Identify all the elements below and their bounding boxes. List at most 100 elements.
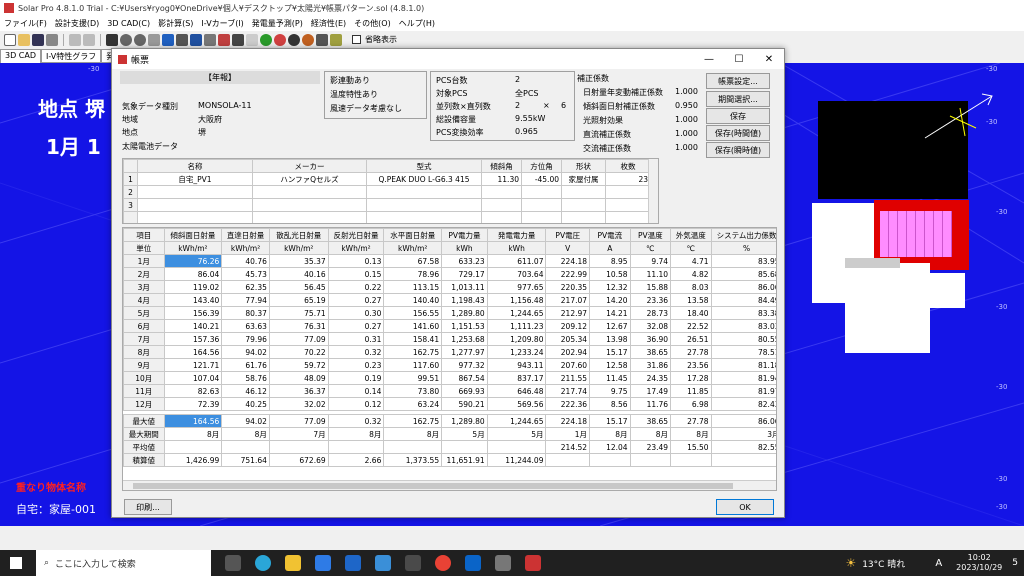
- undo-icon[interactable]: [69, 33, 81, 46]
- table-cell[interactable]: 1,013.11: [441, 280, 488, 294]
- menu-3dcad[interactable]: 3D CAD(C): [103, 19, 154, 28]
- table-cell[interactable]: 32.08: [629, 319, 672, 333]
- table-cell[interactable]: 83.03: [710, 319, 776, 333]
- table-cell[interactable]: ℃: [670, 241, 712, 255]
- table-cell[interactable]: 発電電力量: [486, 228, 547, 242]
- menu-prediction[interactable]: 発電量予測(P): [248, 18, 307, 29]
- table-cell[interactable]: 8.03: [670, 280, 712, 294]
- module-cell[interactable]: Q.PEAK DUO L-G6.3 415: [366, 172, 482, 186]
- table-cell[interactable]: 202.94: [545, 345, 591, 359]
- table-cell[interactable]: 24.35: [629, 371, 672, 385]
- table-cell[interactable]: 8月: [383, 427, 443, 441]
- table-cell[interactable]: 23.49: [629, 440, 672, 454]
- table-cell[interactable]: 86.04: [163, 267, 223, 281]
- table-cell[interactable]: 76.26: [163, 254, 223, 268]
- menu-iv[interactable]: I-Vカーブ(I): [197, 18, 247, 29]
- module-scrollbar[interactable]: [648, 159, 658, 223]
- photos-icon[interactable]: [375, 555, 391, 571]
- table-cell[interactable]: 13.58: [670, 293, 712, 307]
- table-cell[interactable]: 58.76: [221, 371, 270, 385]
- table-cell[interactable]: 11.85: [670, 384, 712, 398]
- table-cell[interactable]: 23.56: [670, 358, 712, 372]
- table-cell[interactable]: 15.17: [589, 414, 631, 428]
- table-cell[interactable]: 214.52: [545, 440, 591, 454]
- table-cell[interactable]: 15.50: [670, 440, 712, 454]
- table-cell[interactable]: 40.16: [268, 267, 329, 281]
- table-cell[interactable]: 4.82: [670, 267, 712, 281]
- table-cell[interactable]: 3月: [710, 427, 776, 441]
- table-cell[interactable]: 17.49: [629, 384, 672, 398]
- table-cell[interactable]: 1,111.23: [486, 319, 547, 333]
- table-cell[interactable]: 82.43: [710, 397, 776, 411]
- table-cell[interactable]: 94.02: [221, 414, 270, 428]
- table-cell[interactable]: 62.35: [221, 280, 270, 294]
- table-cell[interactable]: 209.12: [545, 319, 591, 333]
- table-cell[interactable]: 散乱光日射量: [268, 228, 329, 242]
- table-cell[interactable]: 11,244.09: [486, 453, 547, 467]
- print-button[interactable]: 印刷...: [124, 499, 172, 515]
- table-cell[interactable]: 63.63: [221, 319, 270, 333]
- table-cell[interactable]: 12.67: [589, 319, 631, 333]
- table-row[interactable]: 4月 143.40 77.94 65.19 0.27 140.40 1,198.43 1,15…: [123, 293, 776, 307]
- table-cell[interactable]: 156.39: [163, 306, 223, 320]
- omit-display-checkbox[interactable]: [352, 35, 361, 44]
- solarpro-icon[interactable]: [525, 555, 541, 571]
- table-cell[interactable]: 212.97: [545, 306, 591, 320]
- table-cell[interactable]: 1,253.68: [441, 332, 488, 346]
- data-hscrollbar[interactable]: [123, 480, 776, 490]
- period-select-button[interactable]: 期間選択...: [706, 91, 770, 107]
- table-cell[interactable]: kWh: [486, 241, 547, 255]
- table-cell[interactable]: [589, 453, 631, 467]
- table-cell[interactable]: 7月: [268, 427, 329, 441]
- table-cell[interactable]: 751.64: [221, 453, 270, 467]
- redo-icon[interactable]: [83, 33, 95, 46]
- compass-icon[interactable]: [288, 33, 300, 46]
- table-cell[interactable]: 81.94: [710, 371, 776, 385]
- table-row[interactable]: 3月 119.02 62.35 56.45 0.22 113.15 1,013.11 977.…: [123, 280, 776, 294]
- table-cell[interactable]: 0.19: [327, 371, 385, 385]
- table-cell[interactable]: 80.55: [710, 332, 776, 346]
- table-cell[interactable]: 67.58: [383, 254, 443, 268]
- table-cell[interactable]: 77.09: [268, 332, 329, 346]
- module-row[interactable]: 3: [123, 198, 651, 212]
- table-cell[interactable]: 38.65: [629, 414, 672, 428]
- table-cell[interactable]: システム出力係数: [710, 228, 776, 242]
- table-cell[interactable]: PV電圧: [545, 228, 591, 242]
- table-cell[interactable]: 729.17: [441, 267, 488, 281]
- table-cell[interactable]: 傾斜面日射量: [163, 228, 223, 242]
- table-cell[interactable]: 646.48: [486, 384, 547, 398]
- table-cell[interactable]: 56.45: [268, 280, 329, 294]
- table-cell[interactable]: 48.09: [268, 371, 329, 385]
- table-cell[interactable]: 164.56: [163, 414, 223, 428]
- table-row[interactable]: 9月 121.71 61.76 59.72 0.23 117.60 977.32 943.11…: [123, 358, 776, 372]
- table-cell[interactable]: 83.38: [710, 306, 776, 320]
- explorer-icon[interactable]: [285, 555, 301, 571]
- table-cell[interactable]: 611.07: [486, 254, 547, 268]
- table-cell[interactable]: 65.19: [268, 293, 329, 307]
- menu-economy[interactable]: 経済性(E): [307, 18, 350, 29]
- table-cell[interactable]: 220.35: [545, 280, 591, 294]
- table-cell[interactable]: [383, 440, 443, 454]
- store-icon[interactable]: [405, 555, 421, 571]
- table-cell[interactable]: 45.73: [221, 267, 270, 281]
- table-cell[interactable]: 143.40: [163, 293, 223, 307]
- table-cell[interactable]: 12.32: [589, 280, 631, 294]
- dropbox-icon[interactable]: [315, 555, 331, 571]
- table-cell[interactable]: 8月: [589, 427, 631, 441]
- table-cell[interactable]: 81.18: [710, 358, 776, 372]
- table-cell[interactable]: 46.12: [221, 384, 270, 398]
- book-icon[interactable]: [190, 33, 202, 46]
- select-icon[interactable]: [106, 33, 118, 46]
- table-cell[interactable]: 4.71: [670, 254, 712, 268]
- table-cell[interactable]: 38.65: [629, 345, 672, 359]
- table-cell[interactable]: 0.23: [327, 358, 385, 372]
- table-cell[interactable]: [163, 440, 223, 454]
- table-cell[interactable]: kWh/m²: [163, 241, 223, 255]
- module-cell[interactable]: -45.00: [521, 172, 562, 186]
- table-cell[interactable]: 0.15: [327, 267, 385, 281]
- table-cell[interactable]: 1,233.24: [486, 345, 547, 359]
- table-cell[interactable]: 0.30: [327, 306, 385, 320]
- table-row[interactable]: 2月 86.04 45.73 40.16 0.15 78.96 729.17 703.64 22…: [123, 267, 776, 281]
- table-cell[interactable]: 8月: [221, 427, 270, 441]
- table-cell[interactable]: 11.76: [629, 397, 672, 411]
